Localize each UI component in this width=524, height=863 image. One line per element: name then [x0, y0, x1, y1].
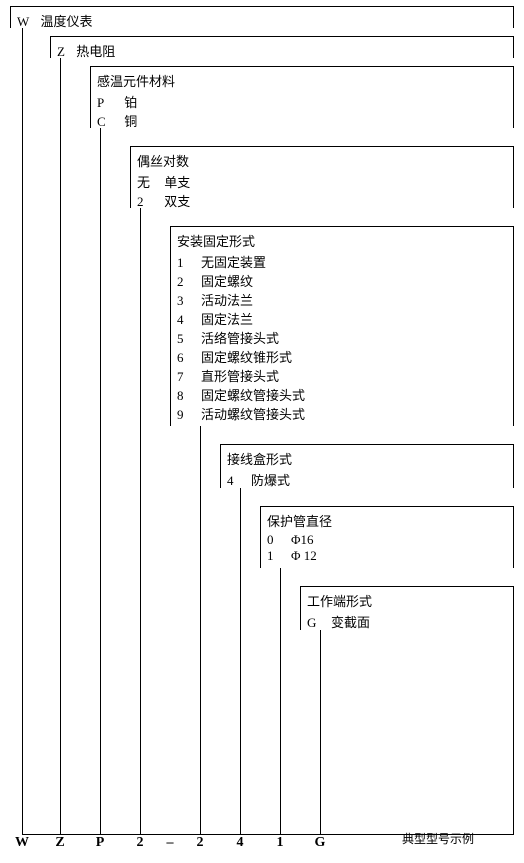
level-7-title: 工作端形式 — [307, 591, 507, 610]
level-2-line — [100, 128, 101, 834]
level-1-box: Z 热电阻 — [50, 36, 514, 58]
level-5-box: 接线盒形式 4防爆式 — [220, 444, 514, 488]
level-0-box: W 温度仪表 — [10, 6, 514, 28]
level-1-code: Z — [57, 44, 65, 59]
level-0-line — [22, 28, 23, 834]
level-0-title: 温度仪表 — [41, 14, 93, 29]
level-3-item-0: 无 单支 — [137, 172, 507, 191]
level-6-title: 保护管直径 — [267, 511, 507, 530]
legend-text: 典型型号示例 — [402, 830, 474, 847]
level-5-line — [240, 488, 241, 834]
code-1: Z — [55, 835, 64, 851]
level-4-box: 安装固定形式 1无固定装置 2固定螺纹 3活动法兰 4固定法兰 5活络管接头式 … — [170, 226, 514, 426]
code-7: 1 — [277, 835, 284, 851]
level-7-line — [320, 630, 321, 834]
level-4-line — [200, 426, 201, 834]
level-2-title: 感温元件材料 — [97, 71, 507, 90]
code-6: 4 — [237, 835, 244, 851]
model-code-diagram: W 温度仪表 Z 热电阻 感温元件材料 P 铂 C 铜 偶丝对数 无 单支 2 … — [0, 0, 524, 863]
level-3-title: 偶丝对数 — [137, 151, 507, 170]
code-5: 2 — [197, 835, 204, 851]
level-2-item-0: P 铂 — [97, 92, 507, 111]
example-code-row: W Z P 2 – 2 4 1 G 典型型号示例 — [0, 835, 524, 855]
code-8: G — [315, 835, 326, 851]
level-6-box: 保护管直径 0Φ16 1Φ 12 — [260, 506, 514, 568]
level-3-item-1: 2 双支 — [137, 191, 507, 210]
level-2-box: 感温元件材料 P 铂 C 铜 — [90, 66, 514, 128]
level-4-title: 安装固定形式 — [177, 231, 507, 250]
level-0-code: W — [17, 14, 29, 29]
level-6-line — [280, 568, 281, 834]
level-1-line — [60, 58, 61, 834]
level-1-title: 热电阻 — [76, 44, 115, 59]
level-2-item-1: C 铜 — [97, 111, 507, 130]
level-7-box: 工作端形式 G变截面 — [300, 586, 514, 630]
code-3: 2 — [137, 835, 144, 851]
code-0: W — [15, 835, 29, 851]
code-4: – — [167, 835, 174, 851]
level-3-box: 偶丝对数 无 单支 2 双支 — [130, 146, 514, 208]
level-5-title: 接线盒形式 — [227, 449, 507, 468]
level-3-line — [140, 208, 141, 834]
right-edge-line — [513, 630, 514, 834]
code-2: P — [96, 835, 105, 851]
